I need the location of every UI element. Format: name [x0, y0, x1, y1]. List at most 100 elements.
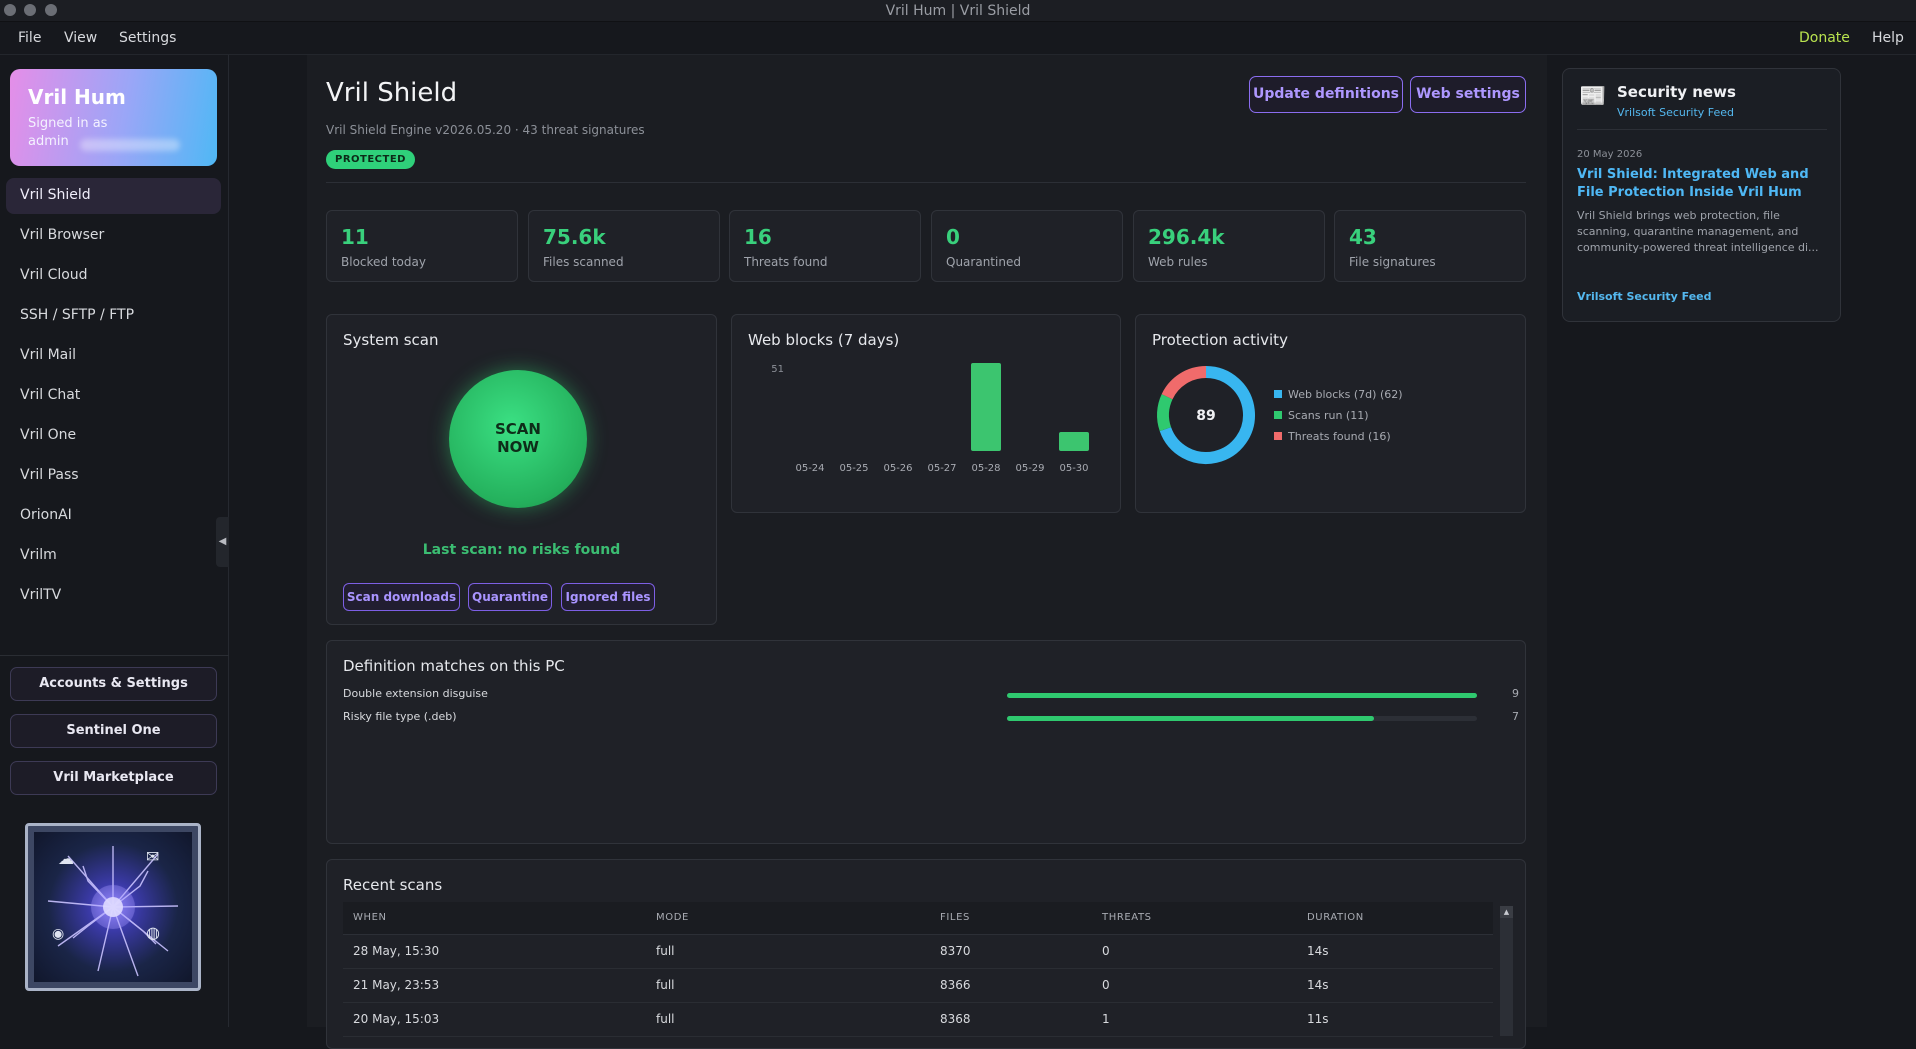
- profile-username-redacted: [80, 139, 180, 151]
- protection-donut-chart: 89: [1157, 366, 1255, 464]
- stat-value: 11: [341, 225, 369, 249]
- definition-matches-card: Definition matches on this PC Double ext…: [326, 640, 1526, 844]
- donut-slice-threats-found: [1161, 366, 1207, 400]
- profile-card[interactable]: Vril Hum Signed in as admin: [10, 69, 217, 166]
- table-row[interactable]: 21 May, 23:53 full 8366 0 14s: [343, 968, 1493, 1003]
- protection-activity-title: Protection activity: [1152, 331, 1288, 349]
- cell-duration: 11s: [1297, 1002, 1493, 1037]
- web-blocks-chart: 51 05-24 05-25 05-26 05-27 05-28 05-29 05-30: [771, 363, 1089, 474]
- page-title: Vril Shield: [326, 78, 458, 108]
- engine-version: Vril Shield Engine v2026.05.20 · 43 thre…: [326, 123, 645, 137]
- stat-value: 0: [946, 225, 960, 249]
- update-definitions-button[interactable]: Update definitions: [1249, 76, 1403, 113]
- stat-quarantined: 0 Quarantined: [931, 210, 1123, 282]
- news-feed-link[interactable]: Vrilsoft Security Feed: [1617, 106, 1734, 119]
- news-divider: [1577, 129, 1827, 130]
- window-title: Vril Hum | Vril Shield: [885, 3, 1031, 19]
- sidebar-item-vril-cloud[interactable]: Vril Cloud: [6, 258, 221, 294]
- stat-value: 75.6k: [543, 225, 606, 249]
- system-scan-title: System scan: [343, 331, 439, 349]
- news-panel-title: Security news: [1617, 83, 1736, 101]
- match-bar-fill: [1007, 716, 1374, 721]
- match-label: Risky file type (.deb): [343, 710, 457, 723]
- recent-scans-title: Recent scans: [343, 876, 443, 894]
- cell-mode: full: [646, 934, 930, 969]
- sidebar-item-ssh[interactable]: SSH / SFTP / FTP: [6, 298, 221, 334]
- news-excerpt: Vril Shield brings web protection, file …: [1577, 209, 1819, 254]
- stat-label: Blocked today: [341, 255, 426, 269]
- last-scan-status: Last scan: no risks found: [422, 542, 621, 558]
- cell-files: 8368: [930, 1002, 1092, 1037]
- accounts-settings-button[interactable]: Accounts & Settings: [10, 667, 217, 701]
- legend-swatch: [1274, 432, 1282, 440]
- sidebar-divider: [0, 655, 229, 656]
- news-date: 20 May 2026: [1577, 149, 1643, 160]
- match-count: 7: [1512, 710, 1519, 723]
- donut-center-label: 89: [1196, 408, 1215, 424]
- web-blocks-card: Web blocks (7 days) 51 05-24 05-25 05-26 05-…: [731, 314, 1121, 513]
- menu-help[interactable]: Help: [1872, 30, 1904, 46]
- sidebar-item-vril-pass[interactable]: Vril Pass: [6, 458, 221, 494]
- sidebar-item-vriltv[interactable]: VrilTV: [6, 578, 221, 614]
- scroll-up-icon[interactable]: ▲: [1500, 906, 1513, 918]
- table-row[interactable]: 28 May, 15:30 full 8370 0 14s: [343, 934, 1493, 969]
- col-threats[interactable]: THREATS: [1092, 902, 1297, 935]
- sidebar-item-vril-mail[interactable]: Vril Mail: [6, 338, 221, 374]
- svg-text:✉: ✉: [146, 847, 159, 866]
- collapse-sidebar-button[interactable]: ◀: [216, 517, 229, 567]
- donut-slice-scans-run: [1157, 394, 1173, 432]
- stat-threats-found: 16 Threats found: [729, 210, 921, 282]
- news-source-link[interactable]: Vrilsoft Security Feed: [1577, 290, 1712, 303]
- x-tick-label: 05-30: [1059, 463, 1088, 474]
- sidebar-item-vril-chat[interactable]: Vril Chat: [6, 378, 221, 414]
- menu-donate[interactable]: Donate: [1799, 30, 1850, 46]
- sidebar-item-orionai[interactable]: OrionAI: [6, 498, 221, 534]
- recent-scans-card: Recent scans WHEN MODE FILES THREATS DUR…: [326, 859, 1526, 1049]
- cell-duration: 14s: [1297, 968, 1493, 1003]
- table-scrollbar[interactable]: ▲: [1500, 906, 1513, 1036]
- stat-blocked-today: 11 Blocked today: [326, 210, 518, 282]
- col-when[interactable]: WHEN: [343, 902, 646, 935]
- col-files[interactable]: FILES: [930, 902, 1092, 935]
- lightning-logo-icon: ☁ ✉ ◉ ◍: [47, 846, 179, 977]
- cell-files: 8370: [930, 934, 1092, 969]
- x-tick-label: 05-27: [927, 463, 956, 474]
- stat-label: Web rules: [1148, 255, 1208, 269]
- x-tick-label: 05-29: [1015, 463, 1044, 474]
- col-mode[interactable]: MODE: [646, 902, 930, 935]
- scan-downloads-button[interactable]: Scan downloads: [343, 583, 460, 611]
- table-row[interactable]: 20 May, 15:03 full 8368 1 11s: [343, 1002, 1493, 1037]
- scan-now-button[interactable]: SCAN NOW: [449, 370, 587, 508]
- menu-view[interactable]: View: [64, 30, 97, 46]
- cell-when: 20 May, 15:03: [343, 1002, 646, 1037]
- sidebar-item-vril-browser[interactable]: Vril Browser: [6, 218, 221, 254]
- ignored-files-button[interactable]: Ignored files: [561, 583, 655, 611]
- legend-label: Threats found (16): [1288, 430, 1391, 443]
- match-row: Double extension disguise 9: [343, 687, 1519, 703]
- stat-label: Quarantined: [946, 255, 1021, 269]
- chevron-left-icon: ◀: [218, 536, 227, 547]
- header-divider: [326, 182, 1526, 183]
- news-headline-link[interactable]: Vril Shield: Integrated Web and File Pro…: [1577, 166, 1827, 202]
- match-row: Risky file type (.deb) 7: [343, 710, 1519, 726]
- col-duration[interactable]: DURATION: [1297, 902, 1493, 935]
- menu-settings[interactable]: Settings: [119, 30, 176, 46]
- system-scan-card: System scan SCAN NOW Last scan: no risks…: [326, 314, 717, 625]
- sidebar-item-vril-one[interactable]: Vril One: [6, 418, 221, 454]
- sidebar-item-vrilm[interactable]: Vrilm: [6, 538, 221, 574]
- sentinel-one-button[interactable]: Sentinel One: [10, 714, 217, 748]
- vril-marketplace-button[interactable]: Vril Marketplace: [10, 761, 217, 795]
- table-header-row: WHEN MODE FILES THREATS DURATION: [343, 902, 1493, 935]
- svg-text:◉: ◉: [52, 926, 64, 942]
- protection-activity-card: Protection activity 89 Web blocks (7d) (…: [1135, 314, 1526, 513]
- cell-threats: 1: [1092, 1002, 1297, 1037]
- sidebar-item-vril-shield[interactable]: Vril Shield: [6, 178, 221, 214]
- vril-app-logo: ☁ ✉ ◉ ◍: [25, 823, 201, 991]
- stat-value: 16: [744, 225, 772, 249]
- cell-when: 28 May, 15:30: [343, 934, 646, 969]
- menu-file[interactable]: File: [18, 30, 41, 46]
- legend-threats-found: Threats found (16): [1274, 430, 1391, 443]
- cell-mode: full: [646, 968, 930, 1003]
- web-settings-button[interactable]: Web settings: [1410, 76, 1526, 113]
- quarantine-button[interactable]: Quarantine: [468, 583, 552, 611]
